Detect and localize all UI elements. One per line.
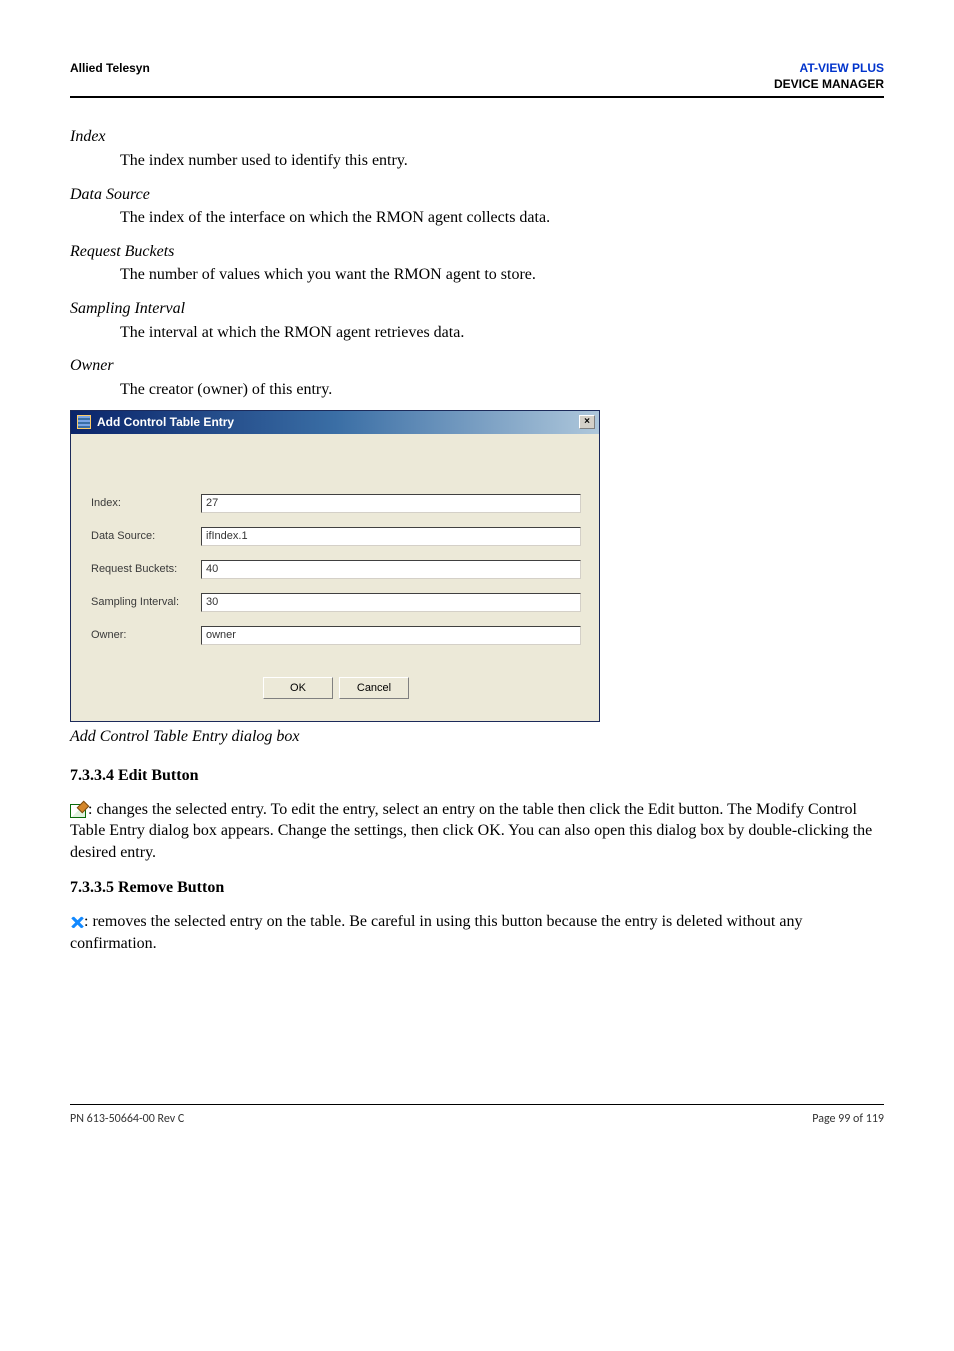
dialog-caption: Add Control Table Entry dialog box [70, 726, 884, 748]
page-footer: PN 613-50664-00 Rev C Page 99 of 119 [70, 1104, 884, 1127]
input-owner[interactable] [201, 626, 581, 645]
input-index[interactable] [201, 494, 581, 513]
heading-remove-button: 7.3.3.5 Remove Button [70, 877, 884, 899]
label-sampling-interval: Sampling Interval: [91, 595, 201, 610]
add-control-table-entry-dialog: Add Control Table Entry × Index: Data So… [70, 410, 600, 721]
footer-right: Page 99 of 119 [812, 1111, 884, 1127]
desc-index: The index number used to identify this e… [120, 150, 884, 172]
field-row-request-buckets: Request Buckets: [91, 560, 581, 579]
term-sampling-interval: Sampling Interval [70, 298, 884, 320]
term-index: Index [70, 126, 884, 148]
header-right: AT-VIEW PLUS DEVICE MANAGER [774, 60, 884, 92]
label-data-source: Data Source: [91, 529, 201, 544]
input-sampling-interval[interactable] [201, 593, 581, 612]
page-header: Allied Telesyn AT-VIEW PLUS DEVICE MANAG… [70, 60, 884, 98]
heading-edit-button: 7.3.3.4 Edit Button [70, 765, 884, 787]
app-icon [77, 415, 91, 429]
field-row-sampling-interval: Sampling Interval: [91, 593, 581, 612]
header-module: DEVICE MANAGER [774, 76, 884, 92]
label-owner: Owner: [91, 628, 201, 643]
dialog-titlebar: Add Control Table Entry × [71, 411, 599, 433]
desc-owner: The creator (owner) of this entry. [120, 379, 884, 401]
field-row-owner: Owner: [91, 626, 581, 645]
term-owner: Owner [70, 355, 884, 377]
term-data-source: Data Source [70, 184, 884, 206]
term-request-buckets: Request Buckets [70, 241, 884, 263]
edit-icon [70, 804, 86, 818]
header-left: Allied Telesyn [70, 60, 150, 76]
field-row-data-source: Data Source: [91, 527, 581, 546]
close-icon[interactable]: × [579, 415, 595, 429]
footer-left: PN 613-50664-00 Rev C [70, 1111, 184, 1127]
desc-request-buckets: The number of values which you want the … [120, 264, 884, 286]
desc-data-source: The index of the interface on which the … [120, 207, 884, 229]
ok-button[interactable]: OK [263, 677, 333, 699]
paragraph-remove-button: ✕: removes the selected entry on the tab… [70, 911, 884, 954]
remove-body: : removes the selected entry on the tabl… [70, 913, 802, 952]
desc-sampling-interval: The interval at which the RMON agent ret… [120, 322, 884, 344]
edit-body: : changes the selected entry. To edit th… [70, 801, 872, 861]
dialog-button-row: OK Cancel [91, 659, 581, 707]
header-product: AT-VIEW PLUS [774, 60, 884, 76]
dialog-title: Add Control Table Entry [97, 414, 234, 430]
dialog-body: Index: Data Source: Request Buckets: Sam… [71, 434, 599, 721]
input-request-buckets[interactable] [201, 560, 581, 579]
cancel-button[interactable]: Cancel [339, 677, 409, 699]
input-data-source[interactable] [201, 527, 581, 546]
paragraph-edit-button: : changes the selected entry. To edit th… [70, 799, 884, 864]
field-row-index: Index: [91, 494, 581, 513]
remove-icon: ✕ [70, 916, 84, 930]
label-index: Index: [91, 496, 201, 511]
label-request-buckets: Request Buckets: [91, 562, 201, 577]
